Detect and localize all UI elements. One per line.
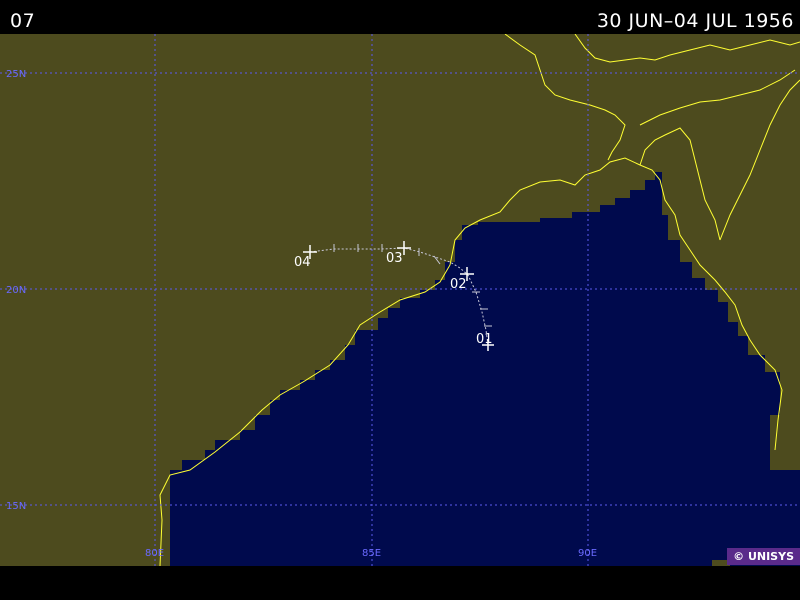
track-label-04: 04 — [294, 255, 311, 270]
lon-label-85e: 85E — [362, 548, 381, 559]
track-map: 25N 20N 15N 80E 85E 90E 01 02 03 04 — [0, 34, 800, 566]
copyright-badge: © UNISYS — [727, 548, 800, 565]
track-label-02: 02 — [450, 277, 467, 292]
lon-label-90e: 90E — [578, 548, 597, 559]
lat-label-20n: 20N — [6, 285, 26, 296]
storm-number: 07 — [10, 10, 36, 32]
lon-label-80e: 80E — [145, 548, 164, 559]
map-header: 07 30 JUN–04 JUL 1956 — [0, 0, 800, 34]
date-range: 30 JUN–04 JUL 1956 — [596, 10, 794, 32]
lat-label-15n: 15N — [6, 501, 26, 512]
track-label-01: 01 — [476, 332, 493, 347]
lat-label-25n: 25N — [6, 69, 26, 80]
map-footer — [0, 566, 800, 600]
track-label-03: 03 — [386, 251, 403, 266]
map-canvas: 25N 20N 15N 80E 85E 90E 01 02 03 04 — [0, 34, 800, 566]
